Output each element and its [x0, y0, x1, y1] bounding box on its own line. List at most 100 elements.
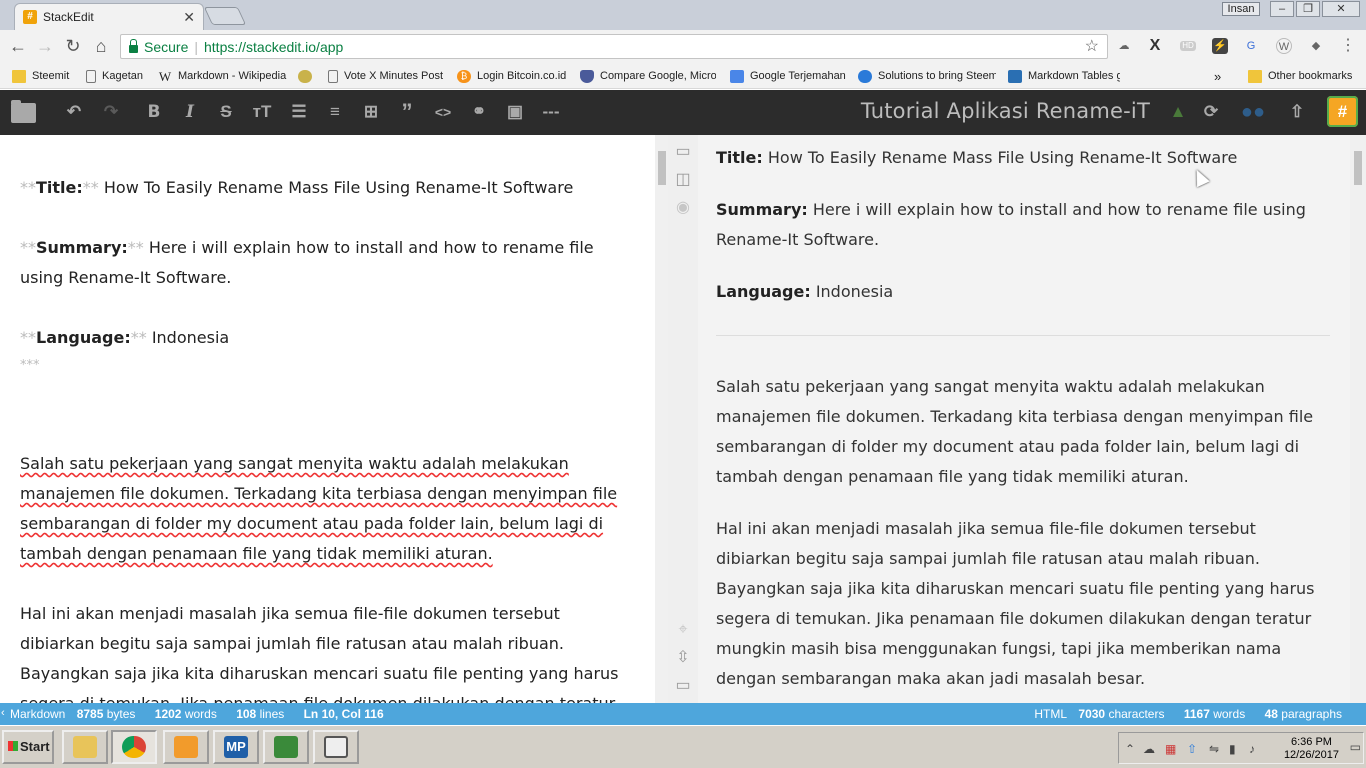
bookmark-kagetan[interactable]: Kagetan [86, 68, 150, 84]
reload-icon[interactable]: ↻ [63, 36, 83, 56]
google-drive-icon[interactable]: ▲ [1167, 101, 1189, 123]
tray-network-app-icon[interactable]: ▦ [1165, 742, 1176, 756]
code-icon[interactable]: <> [432, 101, 454, 123]
editor-content[interactable]: **Title:** How To Easily Rename Mass Fil… [20, 173, 635, 703]
restore-icon[interactable]: ❐ [1296, 1, 1320, 17]
windows-taskbar: Start MP ⌃ ☁ ▦ ⇧ ⇋ ▮ ♪ 6:36 PM 12/26/201… [0, 725, 1366, 768]
undo-icon[interactable]: ↶ [63, 101, 85, 123]
heading-icon[interactable]: ᴛT [251, 101, 273, 123]
wordpress-extension-icon[interactable]: W [1276, 38, 1292, 54]
minimize-icon[interactable]: – [1270, 1, 1294, 17]
taskbar-explorer[interactable] [62, 730, 108, 764]
redo-icon[interactable]: ↷ [100, 101, 122, 123]
steem-icon [858, 69, 872, 83]
bookmark-compare-google[interactable]: Compare Google, Micro [580, 68, 716, 84]
bookmark-login-bitcoin[interactable]: ₿ Login Bitcoin.co.id [457, 68, 571, 84]
bookmarks-bar: Steemit Kagetan W Markdown - Wikipedia Vo… [0, 63, 1366, 89]
start-button[interactable]: Start [2, 730, 54, 764]
horizontal-rule-icon[interactable]: --- [540, 101, 562, 123]
taskbar-display[interactable] [313, 730, 359, 764]
markdown-editor[interactable]: **Title:** How To Easily Rename Mass Fil… [0, 135, 655, 703]
drive-extension-icon[interactable]: ☁ [1116, 38, 1132, 54]
tray-expand-icon[interactable]: ⌃ [1125, 742, 1135, 756]
bookmark-solutions-steem[interactable]: Solutions to bring Steem [858, 68, 996, 84]
browser-tab-stackedit[interactable]: # StackEdit ✕ [14, 3, 204, 30]
page-icon [328, 69, 338, 83]
forward-icon[interactable]: → [35, 36, 55, 56]
markdown-preview: Title: How To Easily Rename Mass File Us… [698, 135, 1350, 703]
explorer-folder-icon[interactable] [11, 100, 36, 123]
tab-close-icon[interactable]: ✕ [183, 9, 195, 26]
tray-signal-icon[interactable]: ▮ [1229, 742, 1236, 756]
back-icon[interactable]: ← [8, 36, 28, 56]
table-icon[interactable]: ⊞ [360, 101, 382, 123]
flash-extension-icon[interactable]: ⚡ [1212, 38, 1228, 54]
translate-extension-icon[interactable]: G [1243, 38, 1259, 54]
stackedit-navbar: ↶ ↷ B I S ᴛT ☰ ≡ ⊞ ” <> ⚭ ▣ --- Tutorial… [0, 90, 1366, 135]
taskbar-chrome[interactable] [111, 730, 157, 764]
address-bar[interactable]: Secure | https://stackedit.io/app ☆ [120, 34, 1108, 59]
bookmark-star-icon[interactable]: ☆ [1085, 36, 1099, 56]
preview-scrollbar-thumb[interactable] [1354, 151, 1362, 185]
collaborators-avatar-icon[interactable]: ●● [1233, 101, 1273, 123]
side-button-rail: ▭ ◫ ◉ ⌖ ⇳ ▭ [668, 135, 698, 703]
toggle-sidebyside-icon[interactable]: ◫ [674, 171, 692, 189]
browser-titlebar: # StackEdit ✕ Insan – ❐ ✕ [0, 0, 1366, 30]
unordered-list-icon[interactable]: ☰ [288, 101, 310, 123]
tray-upload-icon[interactable]: ⇧ [1187, 742, 1197, 756]
workspace-badge-icon[interactable]: # [1327, 96, 1358, 127]
status-left-arrow-icon[interactable]: ‹ [1, 707, 5, 719]
toggle-statusbar-icon[interactable]: ▭ [674, 677, 692, 695]
profile-button[interactable]: Insan [1222, 2, 1260, 16]
bookmark-steemit[interactable]: Steemit [12, 68, 74, 84]
sync-icon[interactable]: ⟳ [1200, 101, 1222, 123]
close-window-icon[interactable]: ✕ [1322, 1, 1360, 17]
cube-extension-icon[interactable]: ◆ [1308, 38, 1324, 54]
taskbar-mp[interactable]: MP [213, 730, 259, 764]
toggle-navbar-icon[interactable]: ▭ [674, 143, 692, 161]
italic-icon[interactable]: I [179, 101, 201, 123]
preview-scrollbar[interactable] [1350, 135, 1366, 703]
tray-cloud-icon[interactable]: ☁ [1143, 742, 1155, 756]
taskbar-excel[interactable] [263, 730, 309, 764]
preview-divider [716, 335, 1330, 336]
tray-usb-icon[interactable]: ⇋ [1209, 742, 1219, 756]
hd-extension-icon[interactable]: HD [1180, 41, 1196, 51]
editor-paragraph-2: Hal ini akan menjadi masalah jika semua … [20, 604, 619, 703]
toggle-preview-eye-icon[interactable]: ◉ [674, 199, 692, 217]
bold-icon[interactable]: B [143, 101, 165, 123]
tray-volume-icon[interactable]: ♪ [1249, 742, 1255, 756]
secure-label: Secure [144, 38, 189, 55]
home-icon[interactable]: ⌂ [91, 36, 111, 56]
focus-mode-icon[interactable]: ⌖ [674, 621, 692, 639]
link-icon[interactable]: ⚭ [468, 101, 490, 123]
folder-icon [12, 69, 26, 83]
system-clock[interactable]: 6:36 PM 12/26/2017 [1284, 736, 1339, 762]
editor-scrollbar-thumb[interactable] [658, 151, 666, 185]
scroll-sync-icon[interactable]: ⇳ [674, 649, 692, 667]
editor-language-line: **Language:** Indonesia [20, 328, 230, 347]
excel-icon [274, 736, 298, 758]
preview-title: Title: How To Easily Rename Mass File Us… [716, 148, 1238, 167]
new-tab-button[interactable] [203, 7, 247, 25]
image-icon[interactable]: ▣ [504, 101, 526, 123]
bookmark-vote-x-minutes[interactable]: Vote X Minutes Post [328, 68, 448, 84]
ordered-list-icon[interactable]: ≡ [324, 101, 346, 123]
quote-icon[interactable]: ” [396, 101, 418, 123]
bookmark-coin[interactable] [298, 68, 318, 84]
more-bookmarks-chevron-icon[interactable]: » [1214, 68, 1230, 84]
action-center-icon[interactable]: ▭ [1350, 740, 1361, 754]
editor-scrollbar[interactable] [655, 135, 668, 703]
bookmark-google-terjemahan[interactable]: Google Terjemahan [730, 68, 850, 84]
preview-paragraph-2: Hal ini akan menjadi masalah jika semua … [716, 519, 1315, 688]
publish-icon[interactable]: ⇧ [1286, 101, 1308, 123]
x-extension-icon[interactable]: X [1147, 38, 1163, 54]
bookmark-markdown-wikipedia[interactable]: W Markdown - Wikipedia [158, 68, 290, 84]
bookmark-markdown-tables[interactable]: Markdown Tables gener [1008, 68, 1120, 84]
document-title[interactable]: Tutorial Aplikasi Rename-iT [861, 99, 1150, 123]
taskbar-outlook[interactable] [163, 730, 209, 764]
strikethrough-icon[interactable]: S [215, 101, 237, 123]
chrome-menu-icon[interactable]: ⋮ [1340, 38, 1356, 54]
bookmark-other-bookmarks[interactable]: Other bookmarks [1248, 68, 1356, 84]
table-icon [1008, 69, 1022, 83]
